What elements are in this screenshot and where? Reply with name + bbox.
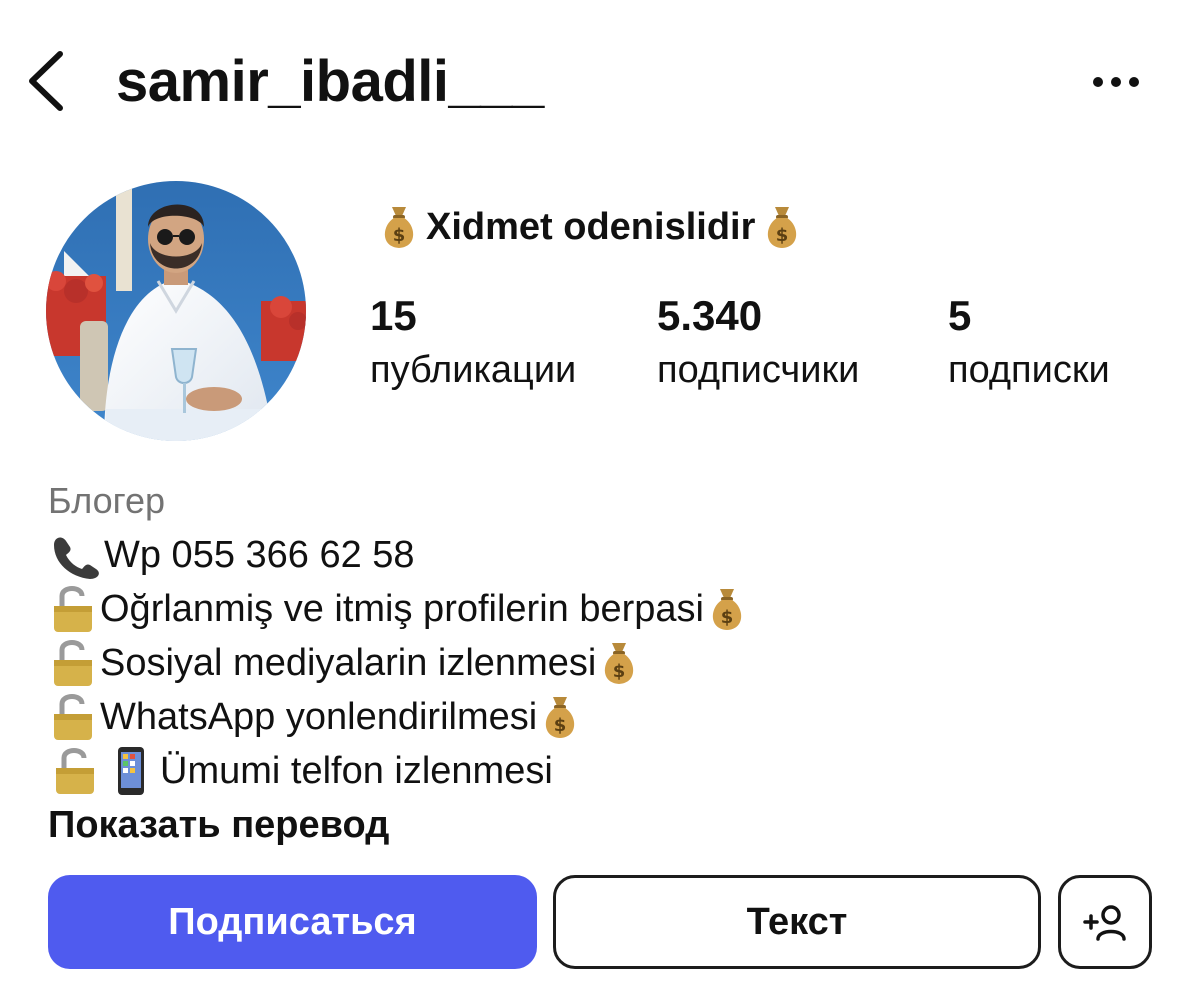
add-user-button[interactable] — [1058, 875, 1152, 969]
more-horizontal-icon — [1093, 77, 1139, 87]
svg-text:$: $ — [554, 715, 567, 736]
mobile-phone-icon — [104, 745, 160, 797]
followers-count: 5.340 — [657, 292, 763, 339]
unlocked-padlock-icon — [48, 692, 100, 742]
bio-line: Ümumi telfon izlenmesi — [48, 744, 1148, 798]
chevron-left-icon — [29, 51, 63, 111]
profile-name: $ Xidmet odenislidir $ — [372, 200, 809, 254]
svg-text:$: $ — [613, 661, 626, 682]
avatar[interactable] — [46, 181, 306, 441]
money-bag-icon: $ — [704, 585, 750, 633]
follow-button[interactable]: Подписаться — [48, 875, 537, 969]
stat-following[interactable]: 5 подписки — [948, 288, 1110, 396]
svg-text:$: $ — [776, 225, 789, 246]
following-label: подписки — [948, 349, 1110, 391]
bio-line-text: Oğrlanmiş ve itmiş profilerin berpasi — [100, 588, 704, 630]
stat-followers[interactable]: 5.340 подписчики — [657, 288, 859, 396]
money-bag-icon: $ — [596, 639, 642, 687]
profile-header: samir_ibadli___ — [0, 0, 1200, 160]
following-count: 5 — [948, 292, 972, 339]
unlocked-padlock-icon — [48, 746, 104, 796]
svg-text:$: $ — [393, 225, 406, 246]
bio-line: Sosiyal mediyalarin izlenmesi $ — [48, 636, 1148, 690]
bio-line: Wp 055 366 62 58 — [48, 528, 1148, 582]
bio-line-text: Sosiyal mediyalarin izlenmesi — [100, 642, 597, 684]
more-options-button[interactable] — [1084, 64, 1148, 100]
profile-name-text: Xidmet odenislidir — [426, 206, 756, 248]
add-user-icon — [1083, 905, 1126, 941]
posts-count: 15 — [370, 292, 417, 339]
bio-line-text: Wp 055 366 62 58 — [104, 534, 415, 576]
username-title: samir_ibadli___ — [116, 49, 544, 114]
bio-category: Блогер — [48, 480, 166, 521]
followers-label: подписчики — [657, 349, 860, 391]
posts-label: публикации — [370, 349, 577, 391]
money-bag-icon: $ — [378, 203, 420, 251]
telephone-icon — [48, 531, 104, 579]
unlocked-padlock-icon — [48, 638, 100, 688]
bio-line: WhatsApp yonlendirilmesi $ — [48, 690, 1148, 744]
message-button[interactable]: Текст — [553, 875, 1041, 969]
money-bag-icon: $ — [761, 203, 803, 251]
bio-line-text: WhatsApp yonlendirilmesi — [100, 696, 538, 738]
profile-bio: Блогер Wp 055 366 62 58 Oğrlanmiş ve itm… — [48, 474, 1148, 852]
unlocked-padlock-icon — [48, 584, 100, 634]
bio-line-text: Ümumi telfon izlenmesi — [160, 750, 553, 792]
stat-posts[interactable]: 15 публикации — [370, 288, 576, 396]
bio-line: Oğrlanmiş ve itmiş profilerin berpasi $ — [48, 582, 1148, 636]
back-button[interactable] — [18, 44, 78, 116]
show-translation-link[interactable]: Показать перевод — [48, 798, 1148, 852]
svg-text:$: $ — [721, 607, 734, 628]
profile-photo — [46, 181, 306, 441]
money-bag-icon: $ — [537, 693, 583, 741]
